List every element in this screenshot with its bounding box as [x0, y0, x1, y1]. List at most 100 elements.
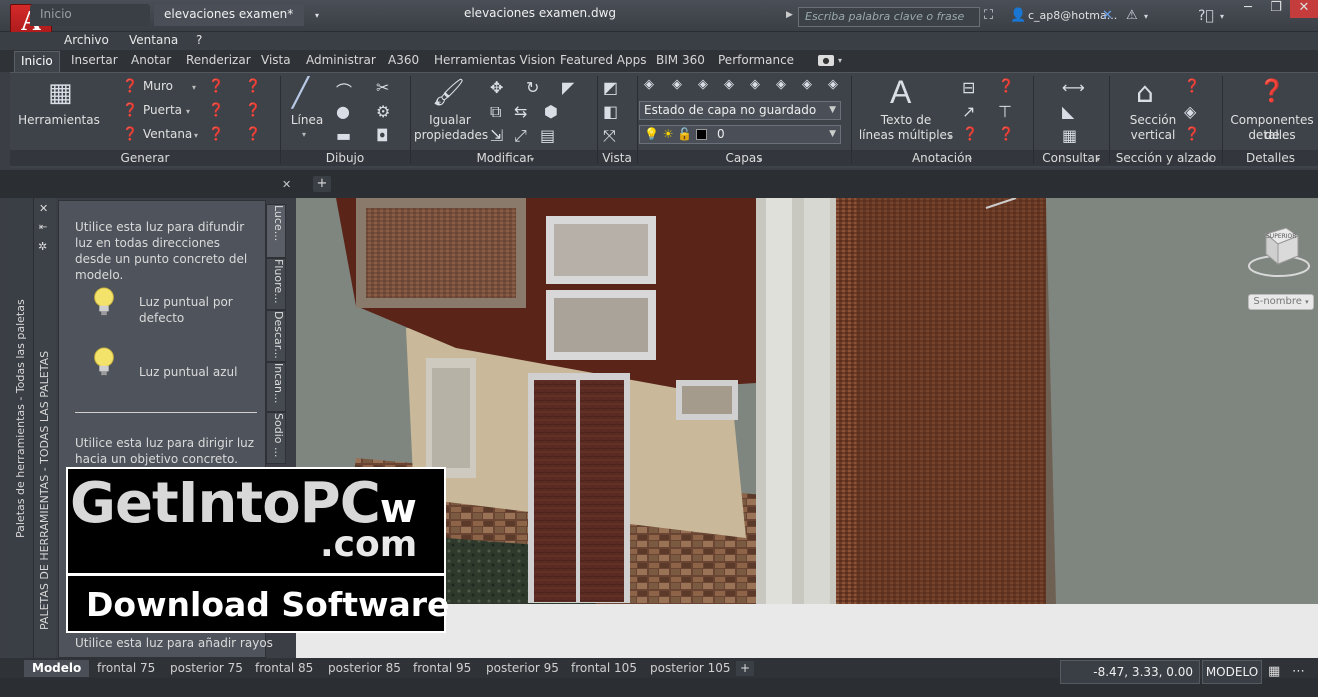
tool-luz-puntual-defecto-l2[interactable]: defecto [139, 310, 184, 326]
hatch-icon[interactable]: ⚙ [376, 102, 390, 121]
user-icon[interactable]: 👤 [1010, 8, 1026, 23]
puerta-dropdown-icon[interactable]: ▾ [186, 107, 190, 116]
panel-title-vista[interactable]: Vista [598, 151, 636, 165]
search-expand-icon[interactable]: ▶ [786, 10, 796, 20]
binoculars-icon[interactable]: ⛶ [984, 8, 993, 23]
palette-properties-icon[interactable]: ✲ [38, 240, 47, 253]
tab-administrar[interactable]: Administrar [306, 53, 376, 67]
layer-tool-icon-4[interactable]: ◈ [750, 77, 760, 92]
rotate-icon[interactable]: ↻ [526, 78, 539, 97]
ventana-button[interactable]: Ventana [143, 127, 192, 141]
help-dropdown-icon[interactable]: ▾ [1220, 12, 1224, 21]
restore-button[interactable]: ❐ [1262, 0, 1290, 18]
light-bulb-icon[interactable] [91, 347, 117, 380]
area-icon[interactable]: ◣ [1062, 102, 1074, 121]
tab-featured-apps[interactable]: Featured Apps [560, 53, 646, 67]
ribbon-minimize-dropdown-icon[interactable]: ▾ [838, 56, 842, 65]
tab-a360[interactable]: A360 [388, 53, 419, 67]
copy-icon[interactable]: ⧉ [490, 102, 501, 122]
annotation-tool-icon-1[interactable]: ❓ [998, 79, 1014, 94]
layout-tab-frontal-105[interactable]: frontal 105 [563, 660, 645, 677]
tab-vista[interactable]: Vista [261, 53, 291, 67]
layout-tab-posterior-85[interactable]: posterior 85 [320, 660, 409, 677]
igualar-propiedades-label-2[interactable]: propiedades [414, 128, 488, 143]
model-space-toggle[interactable]: MODELO [1202, 660, 1262, 684]
rectangle-icon[interactable]: ▬ [336, 126, 351, 145]
annotation-tool-icon-3[interactable]: ❓ [998, 127, 1014, 142]
palette-tab-incandescente[interactable]: Incan... [266, 362, 286, 412]
panel-title-dibujo[interactable]: Dibujo [281, 151, 409, 165]
ribbon-minimize-icon[interactable]: ● [818, 55, 834, 66]
section-house-icon[interactable]: ⌂ [1136, 76, 1154, 109]
detalles-label-2[interactable]: detalles [1222, 128, 1318, 143]
generar-tool-icon-5[interactable]: ❓ [208, 127, 224, 142]
modificar-expand-icon[interactable]: ▾ [530, 155, 534, 164]
anotacion-expand-icon[interactable]: ▾ [968, 155, 972, 164]
views-icon[interactable]: ◩ [603, 78, 618, 97]
layer-tool-icon-5[interactable]: ◈ [776, 77, 786, 92]
dimension-icon[interactable]: ⊟ [962, 78, 975, 97]
annotation-tool-icon-2[interactable]: ❓ [962, 127, 978, 142]
tool-luz-puntual-defecto-l1[interactable]: Luz puntual por [139, 294, 233, 310]
tab-insertar[interactable]: Insertar [71, 53, 118, 67]
layer-tool-icon-7[interactable]: ◈ [828, 77, 838, 92]
linea-dropdown-icon[interactable]: ▾ [302, 130, 306, 139]
move-icon[interactable]: ✥ [490, 78, 503, 97]
add-layout-button[interactable]: + [736, 661, 754, 676]
palette-tab-descarga[interactable]: Descar... [266, 310, 286, 362]
tab-inicio[interactable]: Inicio [14, 51, 60, 72]
section-tool-icon-2[interactable]: ❓ [1184, 127, 1200, 142]
herramientas-label[interactable]: Herramientas [18, 113, 100, 128]
muro-dropdown-icon[interactable]: ▾ [192, 83, 196, 92]
igualar-propiedades-label-1[interactable]: Igualar [414, 113, 486, 128]
palette-tab-sodio[interactable]: Sodio ... [266, 412, 286, 464]
drawing-viewport[interactable] [296, 198, 1318, 604]
palette-tab-luces[interactable]: Luce... [266, 204, 286, 258]
exchange-apps-icon[interactable]: ✕ [1102, 8, 1113, 23]
offset-icon[interactable]: ◤ [562, 78, 574, 97]
herramientas-icon[interactable]: ▦ [48, 78, 73, 108]
menu-help[interactable]: ? [196, 33, 202, 47]
muro-icon[interactable]: ❓ [122, 79, 138, 94]
polyline-icon[interactable]: ⌒ [336, 78, 352, 102]
elevation-icon[interactable]: ◈ [1184, 102, 1196, 121]
navigate-icon[interactable]: ⤧ [603, 126, 616, 146]
generar-tool-icon-2[interactable]: ❓ [245, 79, 261, 94]
a360-icon[interactable]: ⚠ [1126, 8, 1138, 23]
generar-tool-icon-4[interactable]: ❓ [245, 103, 261, 118]
calculator-icon[interactable]: ▦ [1062, 126, 1077, 145]
layer-tool-icon-1[interactable]: ◈ [672, 77, 682, 92]
mirror-icon[interactable]: ⇆ [514, 102, 527, 121]
new-tab-button[interactable]: + [313, 176, 331, 192]
snap-icon[interactable]: ⋯ [1292, 664, 1305, 679]
detail-components-icon[interactable]: ❓ [1258, 79, 1285, 104]
layout-tab-posterior-95[interactable]: posterior 95 [478, 660, 567, 677]
mtext-dropdown-icon[interactable]: ▾ [948, 132, 952, 141]
coordinates-readout[interactable]: -8.47, 3.33, 0.00 [1060, 660, 1200, 684]
mtext-label-2[interactable]: líneas múltiples [856, 128, 956, 143]
layout-tab-posterior-75[interactable]: posterior 75 [162, 660, 251, 677]
visual-style-icon[interactable]: ◧ [603, 102, 618, 121]
tab-performance[interactable]: Performance [718, 53, 794, 67]
linea-icon[interactable]: ╱ [292, 76, 309, 109]
light-bulb-icon[interactable] [91, 287, 117, 320]
layout-tab-frontal-75[interactable]: frontal 75 [89, 660, 163, 677]
panel-title-generar[interactable]: Generar [10, 151, 280, 165]
panel-title-anotacion[interactable]: Anotación [852, 151, 1032, 165]
menu-ventana[interactable]: Ventana [129, 33, 178, 47]
tab-bim360[interactable]: BIM 360 [656, 53, 705, 67]
layout-tab-posterior-105[interactable]: posterior 105 [642, 660, 739, 677]
ventana-dropdown-icon[interactable]: ▾ [194, 131, 198, 140]
generar-tool-icon-1[interactable]: ❓ [208, 79, 224, 94]
panel-title-seccion[interactable]: Sección y alzado [1110, 151, 1222, 165]
close-palette-icon[interactable]: ✕ [39, 202, 48, 215]
close-tab-icon[interactable]: ✕ [282, 178, 291, 191]
layer-state-select[interactable]: Estado de capa no guardado ▼ [639, 101, 841, 120]
ventana-icon[interactable]: ❓ [122, 127, 138, 142]
panel-title-capas[interactable]: Capas [638, 151, 850, 165]
file-tab-active[interactable]: elevaciones examen* [154, 4, 304, 26]
explode-icon[interactable]: ▤ [540, 126, 555, 145]
section-tool-icon-1[interactable]: ❓ [1184, 79, 1200, 94]
autohide-palette-icon[interactable]: ⇤ [39, 222, 47, 233]
puerta-icon[interactable]: ❓ [122, 103, 138, 118]
